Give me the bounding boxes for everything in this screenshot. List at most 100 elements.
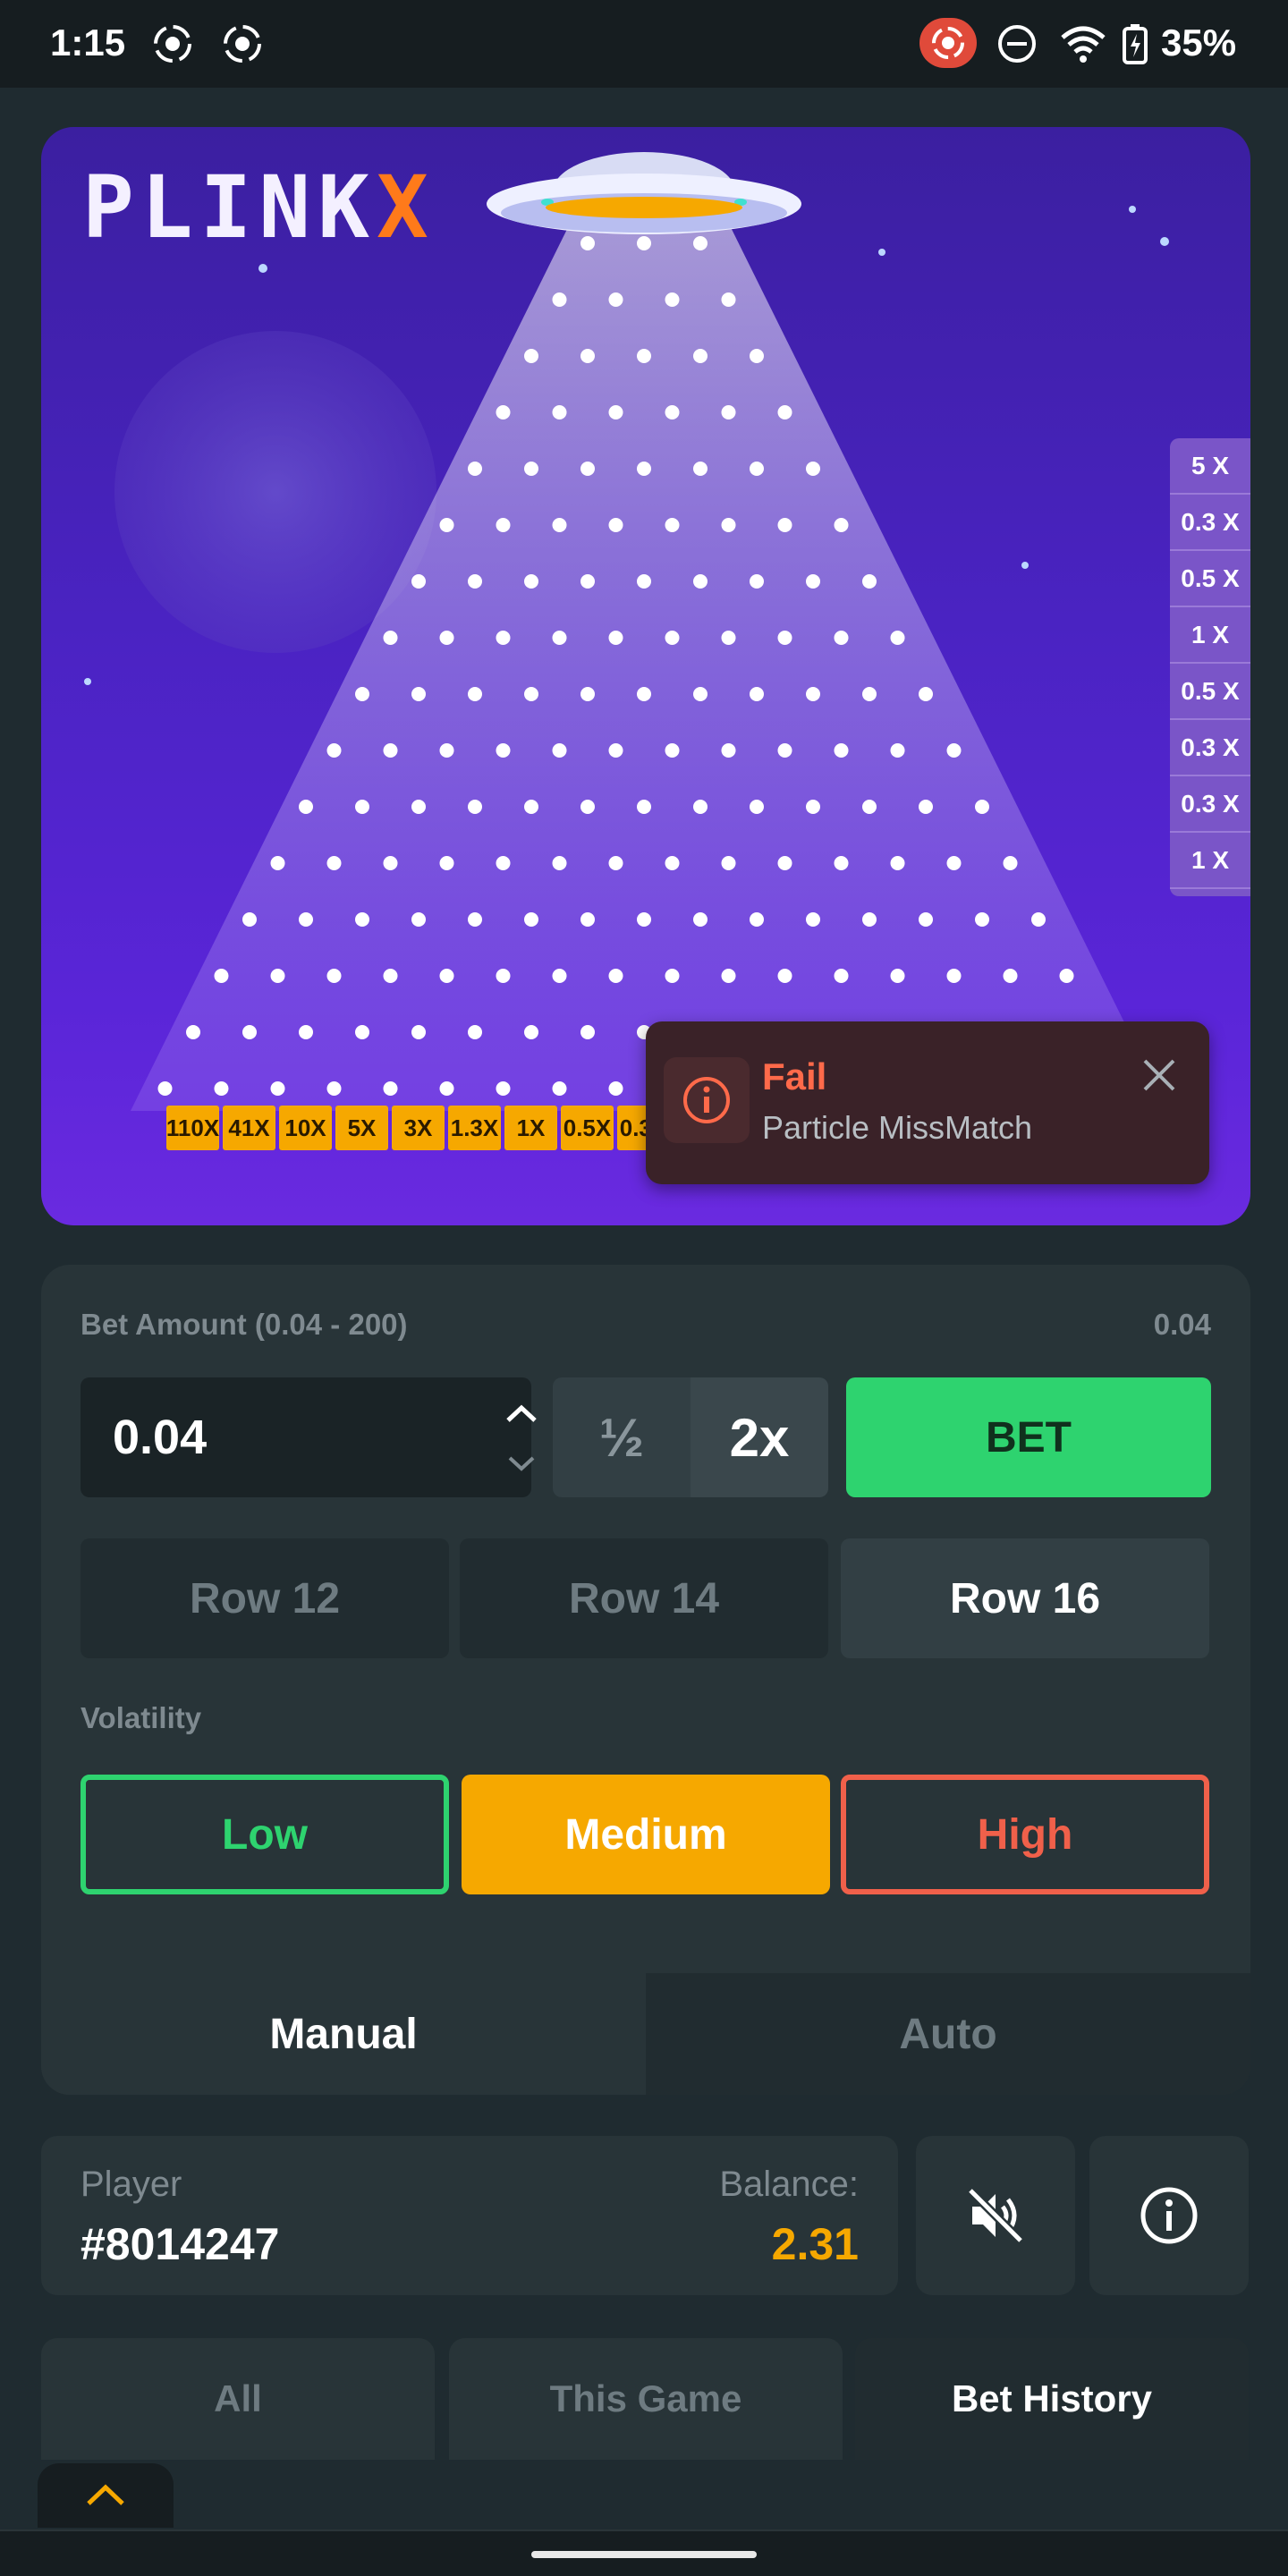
peg: [890, 743, 905, 758]
peg: [270, 1081, 285, 1096]
info-icon: [664, 1057, 750, 1143]
peg: [721, 292, 736, 307]
amount-stepper[interactable]: [499, 1394, 544, 1483]
bet-button[interactable]: BET: [846, 1377, 1211, 1497]
peg: [468, 1025, 482, 1039]
close-icon[interactable]: [1136, 1052, 1182, 1098]
tab-bet-history[interactable]: Bet History: [855, 2338, 1249, 2460]
bet-amount-input[interactable]: [113, 1404, 453, 1470]
peg: [1059, 969, 1074, 983]
peg: [608, 518, 623, 532]
peg: [552, 405, 567, 419]
tab-manual[interactable]: Manual: [41, 1973, 646, 2095]
peg: [439, 518, 454, 532]
peg: [270, 969, 285, 983]
peg: [637, 687, 651, 701]
recent-multiplier: 0.3 X: [1170, 720, 1250, 776]
peg: [242, 1025, 257, 1039]
peg: [439, 1081, 454, 1096]
peg: [524, 687, 538, 701]
peg: [439, 856, 454, 870]
bet-panel: Bet Amount (0.04 - 200) 0.04 ½ 2x BET Ro…: [41, 1265, 1250, 2095]
system-nav-bar: [0, 2529, 1288, 2576]
peg: [439, 969, 454, 983]
peg: [186, 1025, 200, 1039]
peg: [637, 574, 651, 589]
half-bet-button[interactable]: ½: [553, 1377, 691, 1497]
peg: [552, 292, 567, 307]
tab-auto[interactable]: Auto: [646, 1973, 1250, 2095]
peg: [608, 856, 623, 870]
peg: [468, 800, 482, 814]
peg: [1003, 856, 1018, 870]
volatility-label: Volatility: [80, 1701, 202, 1734]
peg: [1031, 912, 1046, 927]
peg: [524, 462, 538, 476]
peg: [777, 631, 792, 645]
peg: [496, 631, 511, 645]
peg: [637, 800, 651, 814]
peg: [608, 1081, 623, 1096]
peg: [552, 856, 567, 870]
recent-multipliers: 5 X 0.3 X 0.5 X 1 X 0.5 X 0.3 X 0.3 X 1 …: [1170, 438, 1250, 896]
peg: [777, 969, 792, 983]
scroll-up-button[interactable]: [38, 2463, 174, 2528]
row-12-button[interactable]: Row 12: [80, 1538, 449, 1658]
home-indicator[interactable]: [531, 2551, 757, 2558]
peg: [637, 349, 651, 363]
ufo-icon: [487, 152, 801, 234]
peg: [665, 405, 680, 419]
peg: [750, 912, 764, 927]
peg: [862, 687, 877, 701]
info-button[interactable]: [1089, 2136, 1249, 2295]
peg: [383, 631, 398, 645]
balance-label: Balance:: [719, 2165, 859, 2204]
peg: [862, 574, 877, 589]
peg: [299, 1025, 313, 1039]
peg: [326, 856, 342, 870]
bucket: 1X: [504, 1106, 557, 1150]
peg: [552, 631, 567, 645]
recent-multiplier: 0.5 X: [1170, 664, 1250, 720]
peg: [637, 912, 651, 927]
peg: [946, 969, 962, 983]
peg: [468, 462, 482, 476]
error-toast: Fail Particle MissMatch: [646, 1021, 1209, 1184]
double-bet-button[interactable]: 2x: [691, 1377, 828, 1497]
peg: [777, 518, 792, 532]
row-14-button[interactable]: Row 14: [460, 1538, 828, 1658]
peg: [157, 1081, 173, 1096]
peg: [1003, 969, 1018, 983]
peg: [665, 631, 680, 645]
peg: [608, 631, 623, 645]
star: [1129, 206, 1136, 213]
screen-record-icon: [154, 25, 191, 63]
volatility-low-button[interactable]: Low: [80, 1775, 449, 1894]
peg: [496, 856, 511, 870]
star: [84, 678, 91, 685]
peg: [806, 462, 820, 476]
battery-percent: 35%: [1161, 21, 1237, 64]
volatility-high-button[interactable]: High: [841, 1775, 1209, 1894]
dnd-icon: [998, 25, 1036, 63]
volatility-medium-button[interactable]: Medium: [462, 1775, 830, 1894]
peg: [750, 574, 764, 589]
peg: [890, 969, 905, 983]
recent-multiplier: 0.3 X: [1170, 776, 1250, 833]
tab-this-game[interactable]: This Game: [449, 2338, 843, 2460]
player-card: Player #8014247 Balance: 2.31: [41, 2136, 898, 2295]
peg: [411, 1025, 426, 1039]
peg: [580, 574, 595, 589]
mute-button[interactable]: [916, 2136, 1075, 2295]
peg: [299, 912, 313, 927]
tab-all[interactable]: All: [41, 2338, 435, 2460]
peg: [721, 518, 736, 532]
peg: [383, 743, 398, 758]
peg: [214, 969, 229, 983]
peg: [834, 518, 849, 532]
bucket: 110X: [166, 1106, 219, 1150]
peg: [496, 969, 511, 983]
peg: [777, 743, 792, 758]
row-16-button[interactable]: Row 16: [841, 1538, 1209, 1658]
peg: [299, 800, 313, 814]
